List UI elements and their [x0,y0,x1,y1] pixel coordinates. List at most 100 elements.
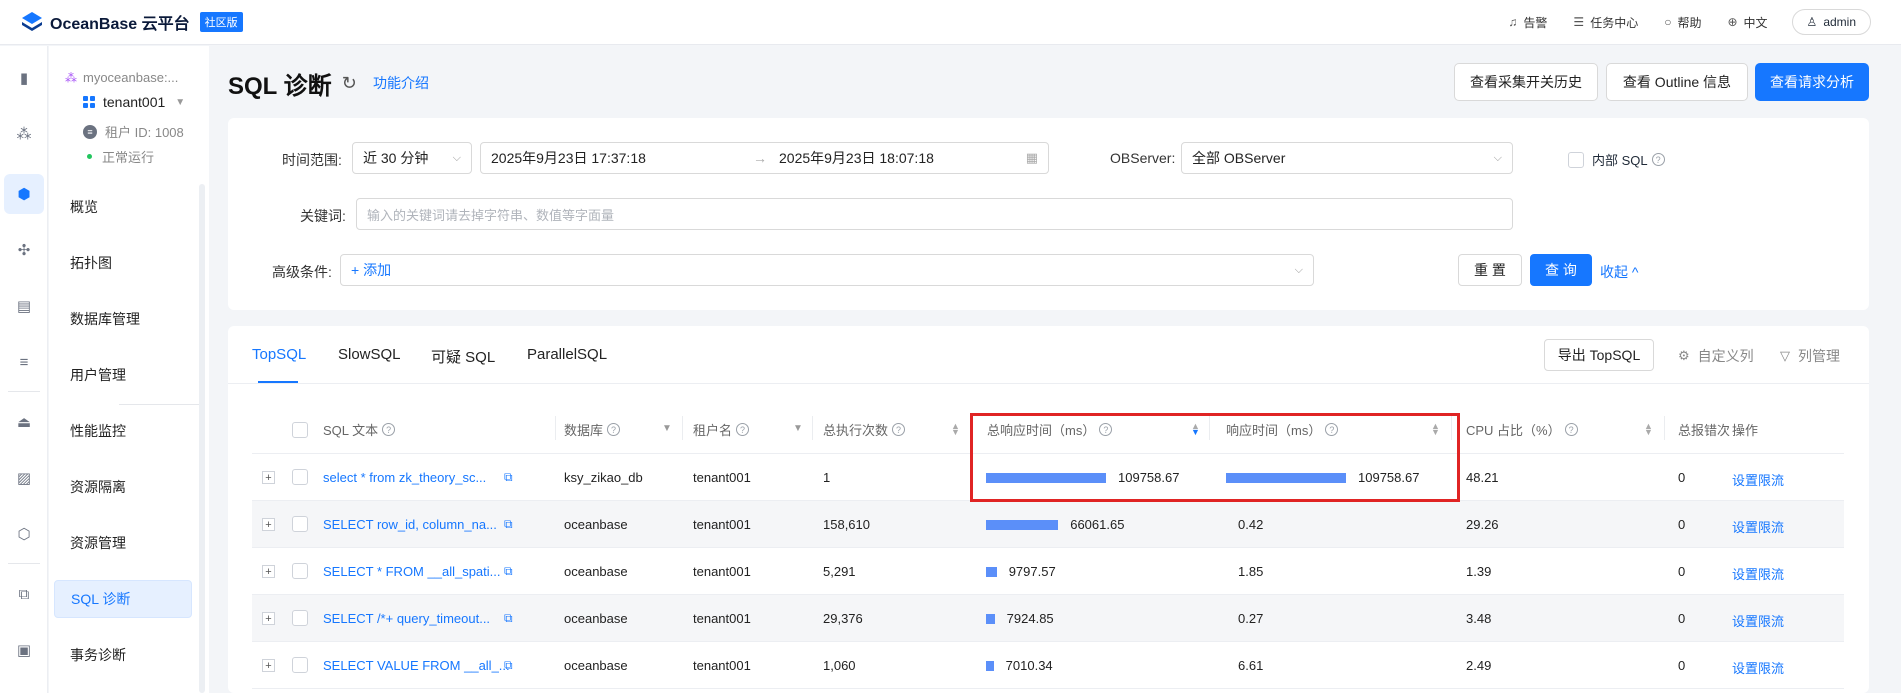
rail-cluster-icon[interactable]: ⁂ [4,114,44,154]
rate-limit-link[interactable]: 设置限流 [1732,611,1784,630]
keyword-input[interactable]: 输入的关键词请去掉字符串、数值等字面量 [356,198,1513,230]
rail-security-icon[interactable]: ⬡ [4,514,44,554]
internal-sql-checkbox[interactable]: 内部 SQL ? [1568,150,1665,169]
rail-package-icon[interactable]: ▤ [4,286,44,326]
rail-menu-icon[interactable]: ≡ [4,342,44,382]
refresh-icon[interactable]: ↻ [342,73,357,94]
sidebar-item-sql-diagnosis[interactable]: SQL 诊断 [54,580,192,618]
tenant-cell: tenant001 [693,517,751,532]
logo[interactable]: OceanBase 云平台 社区版 [20,10,243,34]
caret-down-icon: ▼ [175,96,186,108]
row-checkbox[interactable] [292,657,308,673]
sort-icon[interactable]: ▲ ▼ [1644,422,1653,437]
rail-tenant-icon[interactable]: ⬢ [4,174,44,214]
sql-text-link[interactable]: SELECT VALUE FROM __all_... [323,658,510,673]
filter-icon[interactable]: ▼ [793,423,803,434]
select-all-checkbox[interactable] [292,422,308,438]
copy-icon[interactable]: ⧉ [504,611,513,626]
cluster-name[interactable]: ⁂ myoceanbase:... [65,70,178,85]
user-menu-button[interactable]: ♙ admin [1791,9,1871,35]
intro-link[interactable]: 功能介绍 [373,73,429,93]
rail-doc-icon[interactable]: ▣ [4,630,44,670]
custom-columns-link[interactable]: ⚙ 自定义列 [1678,346,1754,366]
internal-sql-label: 内部 SQL [1592,153,1648,168]
date-range-picker[interactable]: 2025年9月23日 17:37:18 → 2025年9月23日 18:07:1… [480,142,1049,174]
rate-limit-link[interactable]: 设置限流 [1732,564,1784,583]
rate-limit-link[interactable]: 设置限流 [1732,517,1784,536]
query-button[interactable]: 查 询 [1530,254,1592,286]
sidebar-item-topology[interactable]: 拓扑图 [54,244,192,282]
topnav-language[interactable]: ⊕ 中文 [1727,14,1767,31]
advanced-label: 高级条件: [272,264,332,280]
row-checkbox[interactable] [292,469,308,485]
sidebar-item-database[interactable]: 数据库管理 [54,300,192,338]
expand-row-icon[interactable]: + [262,518,275,531]
sql-text-link[interactable]: select * from zk_theory_sc... [323,470,486,485]
sidebar-item-resources[interactable]: 资源管理 [54,524,192,562]
help-icon[interactable]: ? [892,423,906,436]
col-cpu-title: CPU 占比（%） [1466,423,1561,438]
sort-icon[interactable]: ▲ ▼ [951,422,960,437]
help-icon[interactable]: ? [382,423,396,436]
help-icon[interactable]: ? [1564,423,1578,436]
row-checkbox[interactable] [292,563,308,579]
topnav-tasks[interactable]: ☰ 任务中心 [1573,14,1638,31]
tab-suspicious-sql[interactable]: 可疑 SQL [431,346,495,367]
errors-cell: 0 [1678,517,1686,532]
topnav-alerts[interactable]: ♫ 告警 [1508,14,1547,31]
export-topsql-button[interactable]: 导出 TopSQL [1544,339,1654,371]
expand-row-icon[interactable]: + [262,612,275,625]
time-range-select[interactable]: 近 30 分钟 ⌵ [352,142,472,174]
sql-text-link[interactable]: SELECT /*+ query_timeout... [323,611,490,626]
sidebar-scrollbar[interactable] [199,184,205,693]
add-condition-button[interactable]: + 添加 [351,260,391,280]
help-icon[interactable]: ? [607,423,621,436]
expand-row-icon[interactable]: + [262,471,275,484]
rate-limit-link[interactable]: 设置限流 [1732,658,1784,677]
filter-icon[interactable]: ▼ [662,423,672,434]
advanced-conditions[interactable]: + 添加 ⌵ [340,254,1314,286]
chevron-down-icon: ⌵ [452,151,461,164]
view-outline-button[interactable]: 查看 Outline 信息 [1606,63,1748,101]
sidebar-item-monitoring[interactable]: 性能监控 [54,412,192,450]
topnav-help[interactable]: ○ 帮助 [1664,14,1701,31]
column-manage-link[interactable]: ▽ 列管理 [1780,346,1840,366]
checkbox[interactable] [1568,151,1584,168]
view-history-button[interactable]: 查看采集开关历史 [1454,63,1598,101]
sidebar-item-overview[interactable]: 概览 [54,188,192,226]
tenant-selector[interactable]: tenant001 ▼ [83,94,185,110]
tab-slowsql[interactable]: SlowSQL [338,346,401,363]
copy-icon[interactable]: ⧉ [504,658,513,673]
rate-limit-link[interactable]: 设置限流 [1732,470,1784,489]
total-resp-cell: 7924.85 [1006,611,1054,626]
sidebar-item-users[interactable]: 用户管理 [54,356,192,394]
rail-chart-icon[interactable]: ▮ [4,58,44,98]
copy-icon[interactable]: ⧉ [504,564,513,579]
rail-topology-icon[interactable]: ✣ [4,230,44,270]
rail-alarm-icon[interactable]: ⏏ [4,402,44,442]
sql-text-link[interactable]: SELECT * FROM __all_spati... [323,564,501,579]
column-separator [1664,416,1665,440]
rail-monitor-icon[interactable]: ▨ [4,458,44,498]
reset-button[interactable]: 重 置 [1458,254,1522,286]
expand-row-icon[interactable]: + [262,659,275,672]
row-checkbox[interactable] [292,516,308,532]
view-analysis-button[interactable]: 查看请求分析 [1755,63,1869,101]
row-checkbox[interactable] [292,610,308,626]
help-icon[interactable]: ? [1651,153,1665,166]
tab-topsql[interactable]: TopSQL [252,346,306,363]
total-resp-bar [986,520,1059,530]
sql-text-link[interactable]: SELECT row_id, column_na... [323,517,497,532]
rail-copy-icon[interactable]: ⧉ [4,574,44,614]
copy-icon[interactable]: ⧉ [504,470,513,485]
exec-count-cell: 29,376 [823,611,863,626]
copy-icon[interactable]: ⧉ [504,517,513,532]
sidebar-item-tx-diagnosis[interactable]: 事务诊断 [54,636,192,674]
exec-count-cell: 1 [823,470,831,485]
sidebar-item-isolation[interactable]: 资源隔离 [54,468,192,506]
collapse-link[interactable]: 收起 ^ [1600,262,1638,282]
expand-row-icon[interactable]: + [262,565,275,578]
tab-parallelsql[interactable]: ParallelSQL [527,346,607,363]
observer-select[interactable]: 全部 OBServer ⌵ [1181,142,1513,174]
help-icon[interactable]: ? [736,423,750,436]
